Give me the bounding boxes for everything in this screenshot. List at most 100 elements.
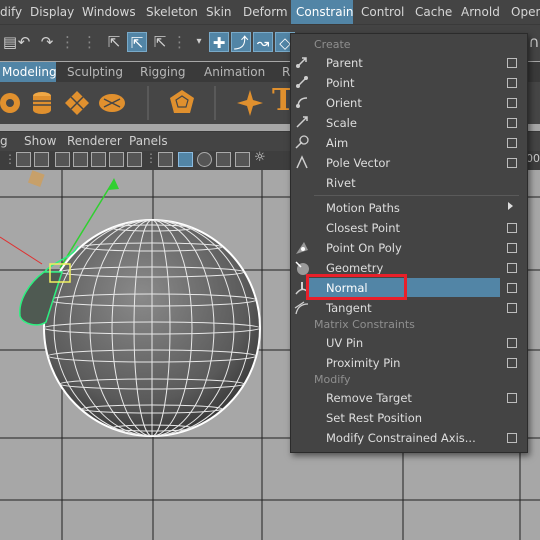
menu-item-pole-vector[interactable]: Pole Vector [326, 154, 390, 172]
film-gate-icon[interactable] [34, 152, 49, 167]
resolution-gate-icon[interactable] [55, 152, 70, 167]
menu-item-proximity-pin[interactable]: Proximity Pin [326, 354, 400, 372]
orient-constraint-icon [296, 97, 308, 108]
menu-item-aim[interactable]: Aim [326, 134, 348, 152]
modify-axis-options-box[interactable] [507, 433, 517, 443]
panel-menu-lighting[interactable]: g [0, 131, 8, 151]
magnet-icon[interactable]: ∩ [528, 32, 540, 52]
menu-control[interactable]: Control [361, 0, 404, 24]
menu-separator [314, 195, 519, 196]
menu-deform[interactable]: Deform [243, 0, 288, 24]
toolbar-separator: ⋮ [172, 33, 187, 51]
menu-item-tangent[interactable]: Tangent [326, 299, 372, 317]
poly-cylinder-icon[interactable] [28, 89, 56, 117]
snap-point-icon[interactable]: ↝ [253, 32, 273, 52]
default-material-icon[interactable] [197, 152, 212, 167]
scale-constraint-icon [296, 116, 308, 128]
proximity-pin-options-box[interactable] [507, 358, 517, 368]
snap-grid-icon[interactable]: ✚ [209, 32, 229, 52]
uv-pin-options-box[interactable] [507, 338, 517, 348]
menu-item-point-on-poly[interactable]: Point On Poly [326, 239, 402, 257]
callout-highlight-box [306, 274, 407, 300]
tangent-constraint-icon [294, 301, 309, 315]
parent-options-box[interactable] [507, 58, 517, 68]
menu-item-set-rest-position[interactable]: Set Rest Position [326, 409, 422, 427]
snap-curve-icon[interactable]: ⤴ [231, 32, 251, 52]
remove-target-options-box[interactable] [507, 393, 517, 403]
point-on-poly-options-box[interactable] [507, 243, 517, 253]
redo-icon[interactable]: ↷ [37, 32, 57, 52]
menu-arnold[interactable]: Arnold [461, 0, 500, 24]
lights-icon[interactable]: ☼ [254, 150, 266, 165]
menu-skeleton[interactable]: Skeleton [146, 0, 198, 24]
toolbar-separator: ⋮ [82, 33, 97, 51]
panel-menu-renderer[interactable]: Renderer [67, 131, 122, 151]
tab-animation[interactable]: Animation [196, 62, 273, 82]
section-create: Create [314, 38, 351, 51]
toolbar-separator: ⋮ [60, 33, 75, 51]
menu-item-point[interactable]: Point [326, 74, 355, 92]
aim-constraint-icon [295, 135, 309, 149]
menu-item-scale[interactable]: Scale [326, 114, 357, 132]
menu-open[interactable]: Open [511, 0, 540, 24]
point-constraint-icon [296, 76, 308, 88]
point-on-poly-icon [296, 242, 308, 254]
panel-menu-panels[interactable]: Panels [129, 131, 168, 151]
gate-mask-icon[interactable] [73, 152, 88, 167]
menu-modify[interactable]: dify [0, 0, 24, 24]
menu-item-rivet[interactable]: Rivet [326, 174, 356, 192]
submenu-arrow-icon [508, 202, 513, 210]
menu-item-remove-target[interactable]: Remove Target [326, 389, 412, 407]
select-by-component-icon[interactable]: ⇱ [150, 32, 170, 52]
textured-icon[interactable] [216, 152, 231, 167]
smooth-shade-icon[interactable] [178, 152, 193, 167]
tab-rigging[interactable]: Rigging [132, 62, 193, 82]
type-tool-icon[interactable]: T [272, 84, 292, 118]
safe-action-icon[interactable] [109, 152, 124, 167]
geometry-options-box[interactable] [507, 263, 517, 273]
select-by-object-icon[interactable]: ⇱ [127, 32, 147, 52]
panel-separator: ⋮ [145, 151, 157, 165]
platonic-solid-icon[interactable] [168, 89, 196, 117]
menu-constrain[interactable]: Constrain [291, 0, 354, 24]
section-modify: Modify [314, 373, 351, 386]
shelf-separator [147, 86, 149, 120]
tab-modeling[interactable]: Modeling [0, 62, 57, 82]
poly-plane-icon[interactable] [63, 89, 91, 117]
aim-options-box[interactable] [507, 138, 517, 148]
menu-item-uv-pin[interactable]: UV Pin [326, 334, 363, 352]
menu-item-closest-point[interactable]: Closest Point [326, 219, 400, 237]
scale-options-box[interactable] [507, 118, 517, 128]
menu-item-motion-paths[interactable]: Motion Paths [326, 199, 400, 217]
menu-windows[interactable]: Windows [82, 0, 136, 24]
menu-skin[interactable]: Skin [206, 0, 232, 24]
poly-torus-icon[interactable] [0, 89, 28, 117]
grid-toggle-icon[interactable] [16, 152, 31, 167]
select-by-hierarchy-icon[interactable]: ⇱ [104, 32, 124, 52]
closest-point-options-box[interactable] [507, 223, 517, 233]
shelf-separator [214, 86, 216, 120]
parent-constraint-icon [296, 57, 307, 68]
field-chart-icon[interactable] [91, 152, 106, 167]
menu-item-modify-constrained-axis[interactable]: Modify Constrained Axis... [326, 429, 476, 447]
sparkle-icon[interactable] [236, 89, 264, 117]
all-lights-icon[interactable] [235, 152, 250, 167]
tangent-options-box[interactable] [507, 303, 517, 313]
panel-menu-show[interactable]: Show [24, 131, 56, 151]
normal-options-box[interactable] [507, 283, 517, 293]
safe-title-icon[interactable] [127, 152, 142, 167]
dropdown-arrow-icon[interactable]: ▾ [193, 32, 205, 52]
menu-cache[interactable]: Cache [415, 0, 452, 24]
point-options-box[interactable] [507, 78, 517, 88]
pole-vector-icon [296, 155, 308, 169]
pole-vector-options-box[interactable] [507, 158, 517, 168]
tab-sculpting[interactable]: Sculpting [59, 62, 131, 82]
menu-item-orient[interactable]: Orient [326, 94, 362, 112]
camera-near-clip-field[interactable]: 00 [526, 152, 540, 165]
menu-display[interactable]: Display [30, 0, 74, 24]
menu-item-parent[interactable]: Parent [326, 54, 363, 72]
undo-icon[interactable]: ↶ [14, 32, 34, 52]
wireframe-icon[interactable] [158, 152, 173, 167]
poly-disc-icon[interactable] [98, 89, 126, 117]
orient-options-box[interactable] [507, 98, 517, 108]
